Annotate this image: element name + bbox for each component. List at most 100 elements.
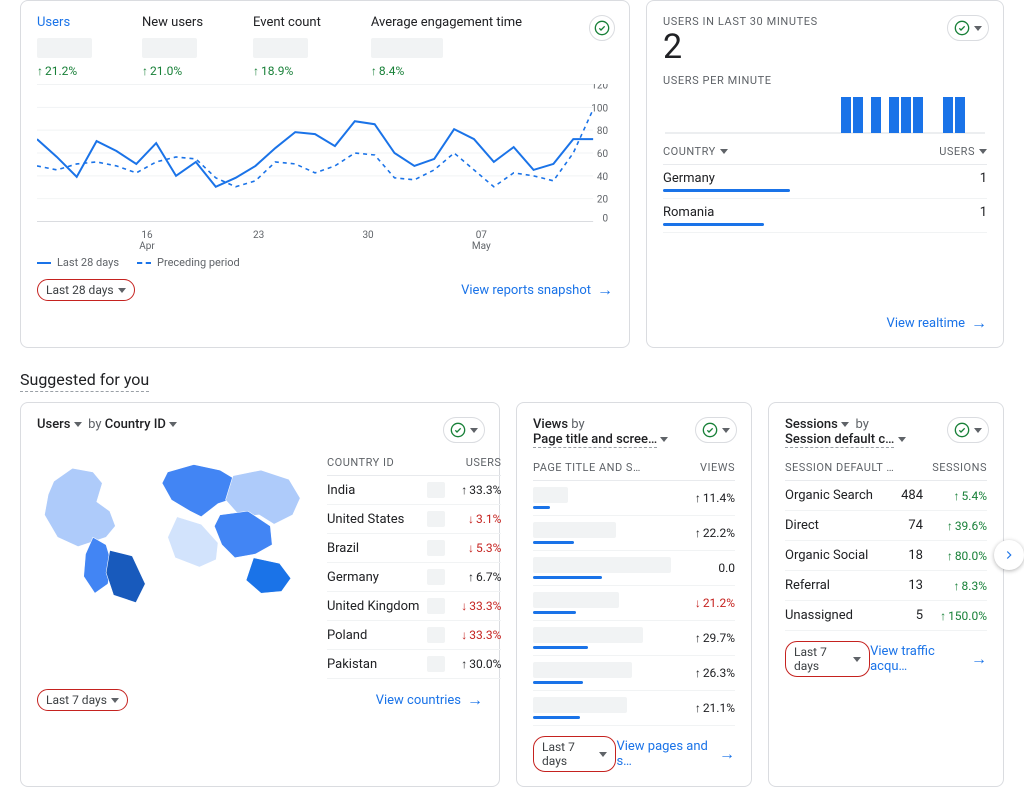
card-title[interactable]: Sessions by Session default c…: [785, 417, 906, 447]
check-badge[interactable]: [443, 417, 485, 443]
metric-delta: 21.2%: [37, 64, 92, 78]
tab-event-count[interactable]: Event count 18.9%: [253, 15, 321, 78]
col-users: USERS: [466, 456, 502, 469]
realtime-card: USERS IN LAST 30 MINUTES 2 USERS PER MIN…: [646, 0, 1004, 348]
delta: 21.2%: [679, 596, 735, 610]
tab-new-users[interactable]: New users 21.0%: [142, 15, 203, 78]
channel-name: Unassigned: [785, 608, 885, 623]
col-users[interactable]: USERS: [939, 145, 987, 158]
table-row[interactable]: Germany 6.7%: [327, 563, 501, 592]
caret-down-icon: [74, 422, 82, 427]
table-row[interactable]: 11.4%: [533, 481, 735, 516]
check-badge[interactable]: [947, 417, 989, 443]
table-row[interactable]: Referral 13 8.3%: [785, 571, 987, 601]
delta: 22.2%: [679, 526, 735, 540]
country-name: Germany: [327, 570, 419, 585]
svg-text:100: 100: [591, 103, 608, 114]
table-row[interactable]: Brazil 5.3%: [327, 534, 501, 563]
channel-name: Referral: [785, 578, 885, 593]
caret-down-icon: [853, 657, 861, 662]
table-row[interactable]: Poland 33.3%: [327, 621, 501, 650]
table-row[interactable]: 21.1%: [533, 691, 735, 726]
view-countries-link[interactable]: View countries→: [376, 690, 483, 710]
view-realtime-link[interactable]: View realtime→: [887, 313, 987, 333]
delta: 150.0%: [931, 609, 987, 623]
tab-users[interactable]: Users 21.2%: [37, 15, 92, 78]
delta: 80.0%: [931, 549, 987, 563]
sessions-count: 484: [893, 488, 923, 503]
page-title-masked: [533, 592, 619, 608]
table-row[interactable]: Organic Social 18 80.0%: [785, 541, 987, 571]
channel-name: Direct: [785, 518, 885, 533]
caret-down-icon: [599, 752, 607, 757]
delta: 5.3%: [445, 541, 501, 555]
date-range-picker[interactable]: Last 28 days: [37, 279, 135, 301]
realtime-row[interactable]: Romania 1: [663, 199, 987, 233]
channel-name: Organic Search: [785, 488, 885, 503]
col-country[interactable]: COUNTRY: [663, 145, 728, 158]
caret-down-icon: [979, 149, 987, 154]
svg-text:20: 20: [597, 195, 609, 206]
value-masked: [427, 598, 445, 614]
table-row[interactable]: 29.7%: [533, 621, 735, 656]
svg-text:120: 120: [591, 84, 608, 91]
tab-avg-engagement[interactable]: Average engagement time 8.4%: [371, 15, 522, 78]
tab-label: New users: [142, 15, 203, 30]
page-title-masked: [533, 627, 643, 643]
view-traffic-link[interactable]: View traffic acqu…→: [870, 644, 987, 674]
metric-masked: [253, 38, 308, 58]
metric-tabs: Users 21.2% New users 21.0% Event count …: [37, 15, 613, 78]
value-masked: [427, 540, 445, 556]
sessions-count: 13: [893, 578, 923, 593]
page-title-masked: [533, 697, 627, 713]
view-reports-link[interactable]: View reports snapshot→: [461, 280, 613, 300]
users-line-chart: 120 100 80 60 40 20 0: [37, 84, 613, 224]
table-row[interactable]: Direct 74 39.6%: [785, 511, 987, 541]
table-row[interactable]: United States 3.1%: [327, 505, 501, 534]
table-row[interactable]: 0.0: [533, 551, 735, 586]
caret-down-icon: [722, 428, 730, 433]
realtime-subtitle: USERS PER MINUTE: [663, 74, 987, 87]
value-masked: [427, 656, 445, 672]
delta: 6.7%: [445, 570, 501, 584]
overview-card: Users 21.2% New users 21.0% Event count …: [20, 0, 630, 348]
suggested-heading: Suggested for you: [20, 370, 149, 392]
user-count: 1: [980, 171, 987, 192]
country-name: Brazil: [327, 541, 419, 556]
realtime-row[interactable]: Germany 1: [663, 165, 987, 199]
date-range-picker[interactable]: Last 7 days: [533, 736, 616, 772]
date-range-picker[interactable]: Last 7 days: [785, 641, 870, 677]
caret-down-icon: [118, 288, 126, 293]
caret-down-icon: [169, 422, 177, 427]
table-row[interactable]: 22.2%: [533, 516, 735, 551]
check-badge[interactable]: [947, 15, 989, 41]
card-title[interactable]: Views by Page title and scree…: [533, 417, 668, 447]
delta: 29.7%: [679, 631, 735, 645]
col-session-default: SESSION DEFAULT …: [785, 461, 894, 474]
x-axis-ticks: 16 Apr 23 30 07 May: [37, 230, 613, 252]
table-row[interactable]: United Kingdom 33.3%: [327, 592, 501, 621]
table-row[interactable]: Pakistan 30.0%: [327, 650, 501, 679]
metric-delta: 18.9%: [253, 64, 321, 78]
table-row[interactable]: Unassigned 5 150.0%: [785, 601, 987, 631]
caret-down-icon: [841, 422, 849, 427]
country-name: India: [327, 483, 419, 498]
view-pages-link[interactable]: View pages and s…→: [616, 739, 735, 769]
table-row[interactable]: 26.3%: [533, 656, 735, 691]
delta: 33.3%: [445, 599, 501, 613]
date-range-picker[interactable]: Last 7 days: [37, 689, 128, 711]
delta: 5.4%: [931, 489, 987, 503]
caret-down-icon: [470, 428, 478, 433]
caret-down-icon: [974, 26, 982, 31]
check-badge[interactable]: [695, 417, 737, 443]
country-name: United Kingdom: [327, 599, 419, 614]
channel-name: Organic Social: [785, 548, 885, 563]
arrow-right-icon: →: [467, 690, 483, 710]
country-name: Poland: [327, 628, 419, 643]
table-row[interactable]: 21.2%: [533, 586, 735, 621]
col-views: VIEWS: [700, 461, 735, 474]
card-title[interactable]: Users by Country ID: [37, 417, 177, 432]
next-page-button[interactable]: [994, 540, 1024, 570]
table-row[interactable]: India 33.3%: [327, 476, 501, 505]
table-row[interactable]: Organic Search 484 5.4%: [785, 481, 987, 511]
